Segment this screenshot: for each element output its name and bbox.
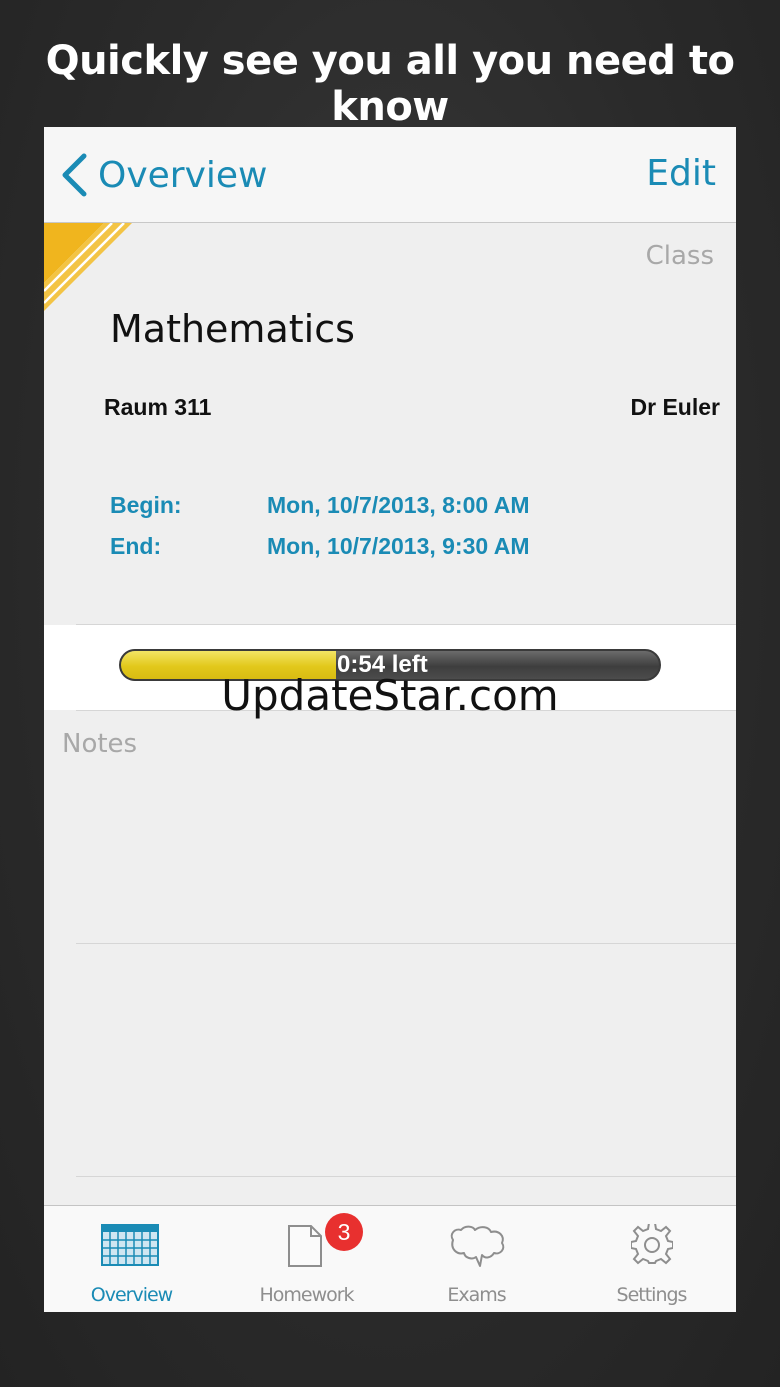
tab-settings-label: Settings	[616, 1284, 688, 1306]
class-teacher: Dr Euler	[630, 394, 720, 420]
tab-overview[interactable]: Overview	[74, 1206, 189, 1312]
notes-line	[76, 943, 736, 944]
back-button[interactable]: Overview	[60, 151, 268, 199]
class-color-ribbon	[44, 223, 132, 311]
begin-label: Begin:	[110, 492, 182, 518]
end-value: Mon, 10/7/2013, 9:30 AM	[267, 533, 530, 559]
calendar-icon	[101, 1224, 159, 1266]
document-icon	[288, 1225, 322, 1267]
tab-overview-label: Overview	[90, 1284, 173, 1306]
tab-homework-label: Homework	[259, 1284, 354, 1306]
homework-count-badge: 3	[325, 1213, 363, 1251]
notes-field[interactable]: Notes	[62, 729, 137, 759]
class-subject: Mathematics	[110, 307, 355, 351]
back-button-label: Overview	[98, 154, 268, 196]
notes-line	[76, 1176, 736, 1177]
tab-exams-label: Exams	[447, 1284, 506, 1306]
chevron-left-icon	[62, 153, 87, 197]
watermark: UpdateStar.com	[221, 671, 559, 720]
brain-icon	[450, 1225, 505, 1267]
class-room: Raum 311	[104, 394, 212, 420]
gear-icon	[631, 1224, 673, 1265]
tab-bar: Overview Homework 3 Exams Settings	[44, 1205, 736, 1312]
promo-headline: Quickly see you all you need to know	[45, 38, 735, 130]
end-label: End:	[110, 533, 162, 559]
tab-exams[interactable]: Exams	[419, 1206, 534, 1312]
phone-screen: Overview Edit Class Mathematics Raum 311…	[44, 127, 736, 1312]
tab-settings[interactable]: Settings	[594, 1206, 709, 1312]
edit-button[interactable]: Edit	[646, 153, 716, 194]
class-section-label: Class	[645, 241, 714, 271]
begin-value: Mon, 10/7/2013, 8:00 AM	[267, 492, 530, 518]
navigation-bar: Overview Edit	[44, 127, 736, 223]
